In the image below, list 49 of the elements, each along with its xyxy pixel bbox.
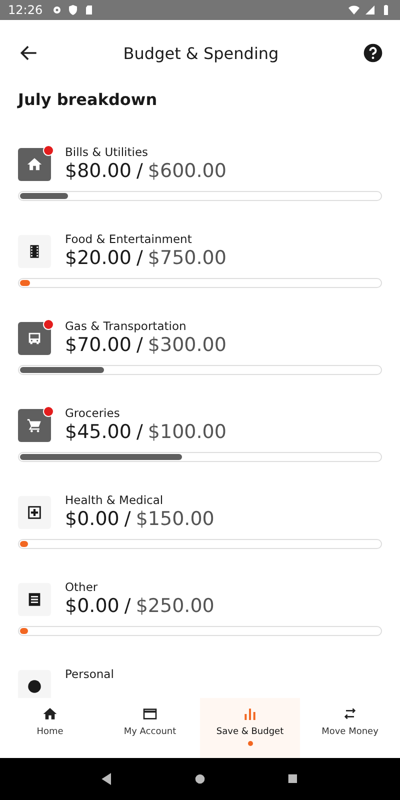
section-heading: July breakdown	[18, 90, 158, 109]
help-icon	[362, 42, 384, 64]
selected-indicator-dot	[248, 741, 252, 746]
alert-dot	[43, 319, 54, 330]
category-name: Food & Entertainment	[65, 232, 193, 246]
category-name: Bills & Utilities	[65, 145, 150, 159]
spent-amount: $20.00	[65, 246, 132, 270]
category-name: Personal	[65, 667, 114, 681]
spent-amount: $80.00	[65, 159, 132, 183]
category-name: Gas & Transportation	[65, 319, 188, 333]
category-name: Other	[65, 580, 99, 594]
spent-amount: $0.00	[65, 507, 120, 531]
screen-title: Budget & Spending	[123, 44, 279, 62]
signal-icon	[364, 4, 376, 16]
nav-tab[interactable]: My Account	[100, 698, 200, 758]
card-icon	[142, 706, 158, 722]
nav-tab[interactable]: Save & Budget	[200, 698, 300, 758]
alert-dot	[43, 406, 54, 417]
budget-amount: $750.00	[148, 246, 226, 270]
amount-separator: /	[136, 420, 143, 444]
budget-amount: $150.00	[136, 507, 214, 531]
amount-separator: /	[136, 333, 143, 357]
spent-amount: $0.00	[65, 594, 120, 618]
amount-separator: /	[124, 507, 131, 531]
budget-amount: $300.00	[148, 333, 226, 357]
budget-amount: $250.00	[136, 594, 214, 618]
swap-arrows-icon	[342, 706, 358, 722]
receipt-icon	[26, 591, 43, 608]
category-name: Health & Medical	[65, 493, 164, 507]
bar-chart-icon	[242, 706, 258, 722]
house-icon	[26, 156, 43, 173]
budget-amount: $100.00	[148, 420, 226, 444]
cart-icon	[26, 417, 43, 434]
spent-amount: $70.00	[65, 333, 132, 357]
bus-icon	[26, 330, 43, 347]
wifi-icon	[348, 4, 360, 16]
alert-dot	[43, 145, 54, 156]
nav-tab[interactable]: Home	[0, 698, 100, 758]
budget-amount: $600.00	[148, 159, 226, 183]
amount-separator: /	[124, 594, 131, 618]
medical-cross-icon	[26, 504, 43, 521]
status-time: 12:26	[8, 3, 43, 17]
spent-amount: $45.00	[65, 420, 132, 444]
amount-separator: /	[136, 246, 143, 270]
shield-icon	[66, 4, 79, 16]
category-name: Groceries	[65, 406, 121, 420]
amount-separator: /	[136, 159, 143, 183]
nav-tab[interactable]: Move Money	[300, 698, 400, 758]
home-icon	[42, 706, 58, 722]
